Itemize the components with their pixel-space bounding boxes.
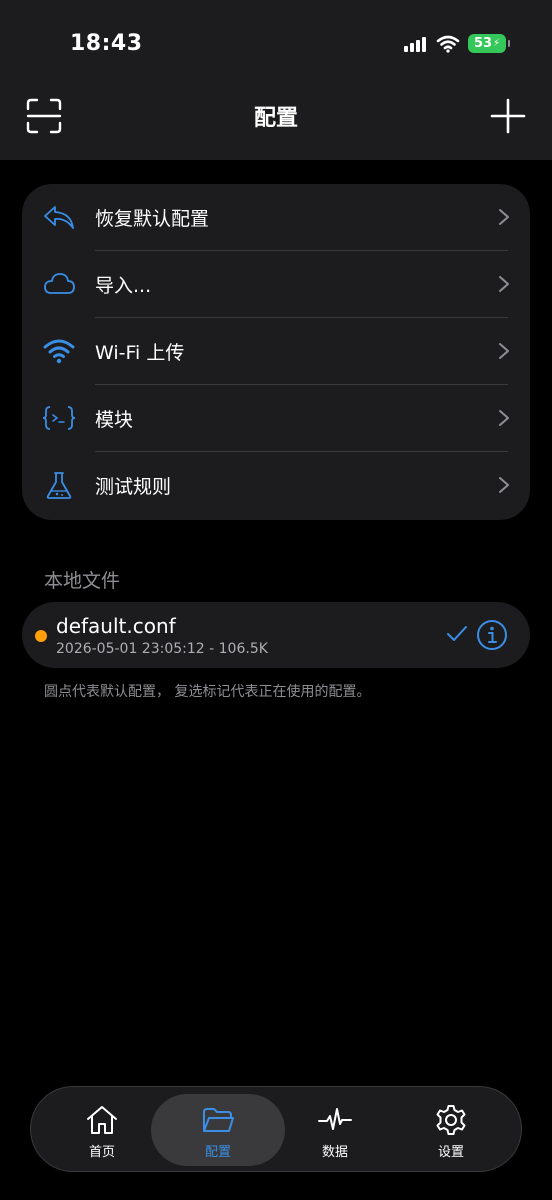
menu-item-import[interactable]: 导入...	[22, 251, 530, 318]
tab-label: 配置	[204, 1145, 231, 1160]
cellular-signal-icon	[404, 36, 426, 52]
tab-settings[interactable]: 设置	[384, 1094, 518, 1166]
file-name: default.conf	[56, 614, 176, 638]
menu-item-label: 模块	[95, 409, 134, 431]
file-item-default-conf[interactable]: default.conf 2026-05-01 23:05:12 - 106.5…	[22, 602, 530, 668]
tab-home[interactable]: 首页	[35, 1094, 169, 1166]
chevron-right-icon	[499, 410, 509, 426]
status-time: 18:43	[70, 31, 143, 56]
menu-item-label: Wi-Fi 上传	[95, 342, 185, 364]
chevron-right-icon	[499, 477, 509, 493]
nav-bar: 配置	[0, 90, 552, 160]
page-title: 配置	[253, 106, 298, 131]
home-icon	[87, 1106, 117, 1134]
flask-icon	[46, 472, 72, 499]
tab-config[interactable]: 配置	[151, 1094, 285, 1166]
footnote: 圆点代表默认配置， 复选标记代表正在使用的配置。	[44, 684, 371, 700]
menu-item-restore-default[interactable]: 恢复默认配置	[22, 184, 530, 251]
undo-arrow-icon	[44, 206, 74, 229]
status-bar: 18:43 53 ⚡	[0, 0, 552, 90]
default-config-dot	[35, 630, 47, 642]
charging-bolt-icon: ⚡	[493, 38, 501, 49]
battery-level: 53	[473, 36, 493, 51]
cloud-icon	[44, 273, 75, 294]
pulse-icon	[318, 1108, 352, 1130]
menu-item-label: 恢复默认配置	[95, 208, 210, 230]
folder-icon	[203, 1108, 234, 1132]
tab-label: 首页	[88, 1145, 115, 1160]
file-meta: 2026-05-01 23:05:12 - 106.5K	[56, 641, 268, 657]
gear-icon	[436, 1105, 466, 1135]
tab-label: 数据	[321, 1145, 348, 1160]
tab-bar: 首页 配置 数据 设置	[30, 1086, 522, 1172]
chevron-right-icon	[499, 276, 509, 292]
menu-item-wifi-upload[interactable]: Wi-Fi 上传	[22, 318, 530, 385]
add-icon[interactable]	[490, 98, 526, 134]
tab-data[interactable]: 数据	[268, 1094, 402, 1166]
status-icons: 53 ⚡	[404, 34, 510, 53]
checkmark-icon	[447, 626, 467, 641]
wifi-icon	[43, 339, 75, 364]
menu-item-modules[interactable]: 模块	[22, 385, 530, 452]
info-icon[interactable]	[476, 619, 508, 651]
menu-item-label: 测试规则	[95, 476, 172, 498]
menu-item-test-rules[interactable]: 测试规则	[22, 452, 530, 519]
wifi-status-icon	[436, 35, 460, 53]
section-title-local-files: 本地文件	[44, 570, 121, 592]
config-menu: 恢复默认配置 导入... Wi-Fi 上传 模块 测试规则	[22, 184, 530, 520]
battery-indicator: 53 ⚡	[468, 34, 510, 53]
code-braces-icon	[42, 406, 76, 430]
chevron-right-icon	[499, 343, 509, 359]
chevron-right-icon	[499, 209, 509, 225]
tab-label: 设置	[437, 1145, 464, 1160]
menu-item-label: 导入...	[95, 275, 152, 297]
